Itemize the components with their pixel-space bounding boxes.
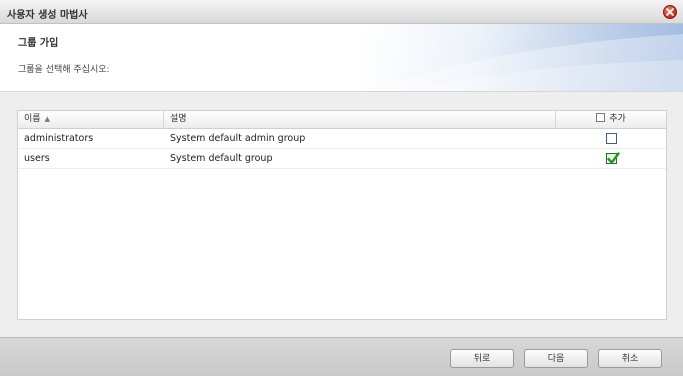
close-icon: [666, 8, 674, 16]
group-description: System default admin group: [170, 133, 306, 144]
column-header-name[interactable]: 이름 ▲: [18, 111, 164, 128]
step-description: 그룹을 선택해 주십시오:: [18, 65, 110, 75]
column-header-add[interactable]: 추가: [556, 111, 666, 128]
grid-header: 이름 ▲ 설명 추가: [18, 111, 666, 129]
step-title: 그룹 가입: [18, 38, 59, 49]
group-name: administrators: [24, 133, 94, 144]
window-title: 사용자 생성 마법사: [7, 10, 88, 21]
select-all-checkbox[interactable]: [596, 113, 606, 122]
add-group-checkbox[interactable]: [606, 152, 620, 164]
group-name: users: [24, 153, 50, 164]
column-header-description-label: 설명: [170, 114, 187, 124]
group-grid: 이름 ▲ 설명 추가 administrators System default …: [17, 110, 667, 320]
group-description: System default group: [170, 153, 273, 164]
back-button[interactable]: 뒤로: [450, 349, 514, 368]
title-bar: 사용자 생성 마법사: [0, 0, 683, 24]
column-header-add-label: 추가: [609, 114, 626, 124]
table-row[interactable]: administrators System default admin grou…: [18, 129, 666, 149]
wizard-header: 그룹 가입 그룹을 선택해 주십시오:: [0, 24, 683, 92]
header-decoration: [363, 24, 683, 91]
add-cell: [606, 133, 617, 144]
user-creation-wizard-dialog: 사용자 생성 마법사 그룹 가입 그룹을 선택해 주십시오: 이름 ▲ 설명 추…: [0, 0, 683, 376]
wizard-footer: 뒤로 다음 취소: [0, 337, 683, 376]
cancel-button[interactable]: 취소: [598, 349, 662, 368]
add-cell: [606, 152, 620, 164]
column-header-description[interactable]: 설명: [164, 111, 556, 128]
sort-ascending-icon: ▲: [44, 115, 50, 123]
table-row[interactable]: users System default group: [18, 149, 666, 169]
next-button[interactable]: 다음: [524, 349, 588, 368]
close-button[interactable]: [663, 5, 677, 19]
column-header-name-label: 이름: [24, 114, 41, 124]
add-group-checkbox[interactable]: [606, 133, 617, 144]
checkmark-icon: [607, 152, 620, 164]
